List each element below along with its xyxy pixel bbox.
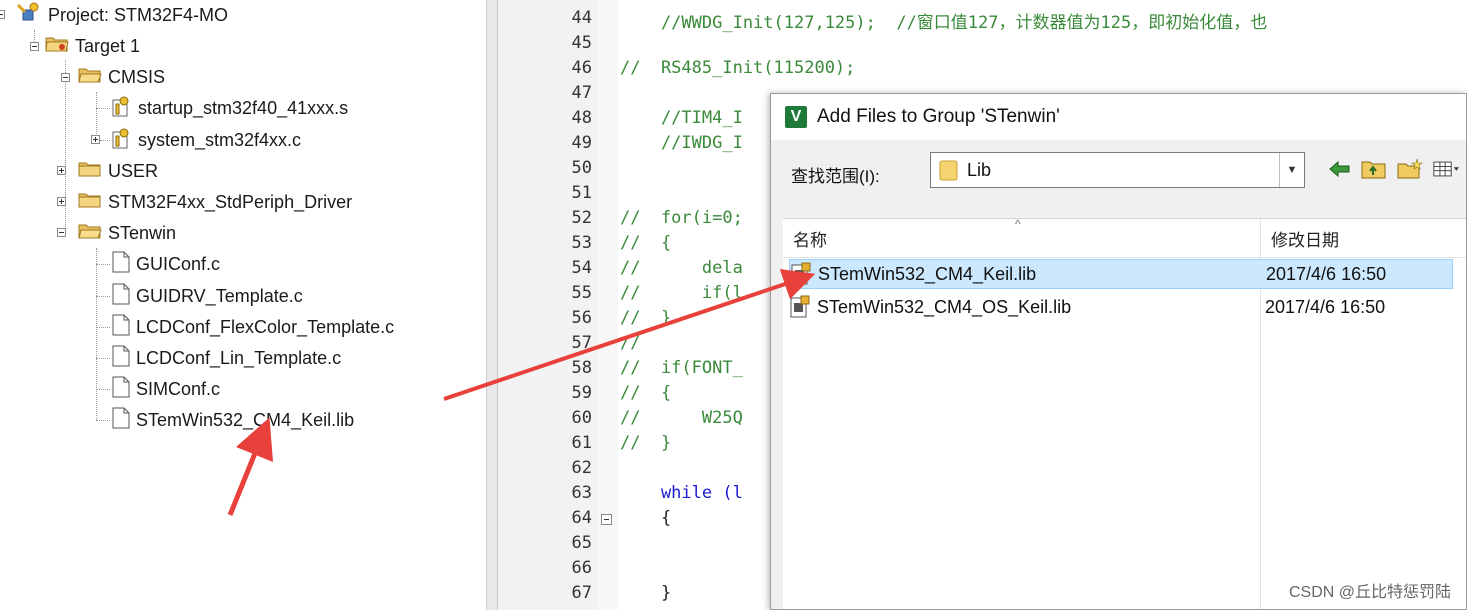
arrow-to-tree-lib [227,417,274,516]
annotation-arrows [227,268,816,516]
arrow-to-dialog-file [443,268,816,401]
watermark: CSDN @丘比特惩罚陆 [1288,584,1451,601]
